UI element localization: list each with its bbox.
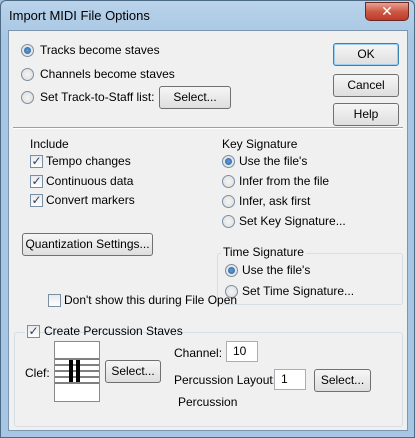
checkmark-icon: ✓ [28,324,39,338]
convert-markers-checkbox[interactable]: ✓ [30,194,43,207]
dont-show-label[interactable]: Don't show this during File Open [64,293,237,307]
create-percussion-label[interactable]: Create Percussion Staves [44,324,183,338]
help-button[interactable]: Help [333,103,399,126]
time-signature-group-title: Time Signature [221,245,306,259]
tempo-changes-label[interactable]: Tempo changes [46,154,131,168]
cancel-button[interactable]: Cancel [333,74,399,97]
time-use-file-label[interactable]: Use the file's [242,263,310,277]
key-set-radio[interactable] [222,215,235,228]
time-set-label[interactable]: Set Time Signature... [242,284,354,298]
key-use-file-label[interactable]: Use the file's [239,154,307,168]
key-set-label[interactable]: Set Key Signature... [239,214,346,228]
checkmark-icon: ✓ [31,193,42,207]
title-bar[interactable]: Import MIDI File Options ✕ [1,1,414,31]
track-list-select-button[interactable]: Select... [159,86,231,109]
continuous-data-label[interactable]: Continuous data [46,174,133,188]
convert-markers-label[interactable]: Convert markers [46,193,135,207]
key-infer-ask-label[interactable]: Infer, ask first [239,194,310,208]
clef-select-button[interactable]: Select... [105,360,161,383]
continuous-data-checkbox[interactable]: ✓ [30,175,43,188]
channel-input[interactable]: 10 [226,341,258,362]
time-use-file-radio[interactable] [225,264,238,277]
window-title: Import MIDI File Options [9,8,150,23]
key-use-file-radio[interactable] [222,155,235,168]
quantization-settings-button[interactable]: Quantization Settings... [22,233,153,256]
percussion-group-header: ✓ Create Percussion Staves [25,324,183,340]
clef-label: Clef: [25,366,50,380]
checkmark-icon: ✓ [31,154,42,168]
layout-select-button[interactable]: Select... [314,369,371,392]
radio-label-channels[interactable]: Channels become staves [40,67,175,81]
radio-set-track-to-staff[interactable] [21,91,34,104]
dialog-body: Tracks become staves Channels become sta… [8,30,408,431]
key-infer-label[interactable]: Infer from the file [239,174,329,188]
clef-preview [54,341,100,402]
checkmark-icon: ✓ [31,174,42,188]
key-infer-radio[interactable] [222,175,235,188]
import-midi-dialog: Import MIDI File Options ✕ Tracks become… [0,0,415,438]
radio-label-set-track[interactable]: Set Track-to-Staff list: [40,90,154,104]
create-percussion-checkbox[interactable]: ✓ [27,325,40,338]
key-signature-group-title: Key Signature [222,137,298,151]
close-icon: ✕ [381,3,393,19]
percussion-layout-name: Percussion [178,395,238,409]
channel-label: Channel: [174,346,223,360]
include-group-title: Include [30,137,69,151]
separator [13,127,403,129]
tempo-changes-checkbox[interactable]: ✓ [30,155,43,168]
percussion-layout-input[interactable]: 1 [274,369,306,390]
radio-channels-become-staves[interactable] [21,68,34,81]
key-infer-ask-radio[interactable] [222,195,235,208]
ok-button[interactable]: OK [333,43,399,66]
radio-tracks-become-staves[interactable] [21,44,34,57]
percussion-clef-icon [55,358,99,384]
close-button[interactable]: ✕ [365,2,409,21]
dont-show-checkbox[interactable] [48,294,61,307]
radio-label-tracks[interactable]: Tracks become staves [40,43,160,57]
percussion-layout-label: Percussion Layout: [174,373,277,387]
